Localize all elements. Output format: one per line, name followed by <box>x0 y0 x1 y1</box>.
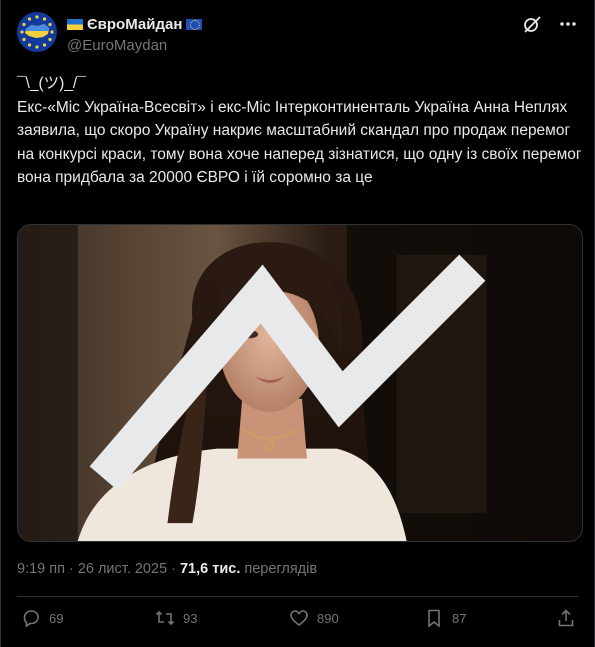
bookmark-icon <box>428 609 440 628</box>
bookmark-count: 87 <box>452 610 467 626</box>
euromaidan-logo-icon <box>17 12 57 52</box>
more-icon[interactable] <box>558 14 578 34</box>
views-count: 71,6 тис. <box>179 561 241 577</box>
action-bar: 69 93 890 87 <box>17 606 578 636</box>
repost-icon <box>155 610 175 626</box>
share-icon <box>558 609 574 627</box>
repost-button[interactable]: 93 <box>155 608 197 628</box>
tweet-card: ЄвроМайдан @EuroMaydan ¯\_(ツ)_/¯ Екс-«Мі… <box>0 0 595 647</box>
reply-icon <box>23 610 39 628</box>
tweet-date[interactable]: 26 лист. 2025 <box>78 561 167 577</box>
tweet-media[interactable] <box>17 224 583 542</box>
like-button[interactable]: 890 <box>289 608 339 628</box>
tweet-text: ¯\_(ツ)_/¯ Екс-«Міс Україна-Всесвіт» і ек… <box>17 75 582 186</box>
tweet-header: ЄвроМайдан @EuroMaydan <box>17 12 578 56</box>
views-label: переглядів <box>244 561 318 577</box>
reply-button[interactable]: 69 <box>21 608 63 628</box>
bookmark-button[interactable]: 87 <box>424 608 466 628</box>
ukraine-flag-icon <box>67 18 83 30</box>
header-actions <box>522 14 578 34</box>
author-info: ЄвроМайдан @EuroMaydan <box>67 14 203 54</box>
eu-flag-icon <box>186 18 203 30</box>
user-handle[interactable]: @EuroMaydan <box>67 37 202 54</box>
avatar[interactable] <box>17 12 57 52</box>
repost-count: 93 <box>183 610 198 626</box>
name-row: ЄвроМайдан <box>67 14 203 34</box>
grok-icon[interactable] <box>522 14 542 34</box>
display-name[interactable]: ЄвроМайдан <box>87 16 182 33</box>
tweet-time[interactable]: 9:19 пп <box>17 561 65 577</box>
divider <box>17 596 578 597</box>
tweet-meta: 9:19 пп · 26 лист. 2025 · 71,6 тис. пере… <box>17 561 317 577</box>
meta-separator: · <box>171 561 176 577</box>
media-expand-icon <box>89 254 486 491</box>
share-button[interactable] <box>556 608 576 628</box>
meta-separator: · <box>68 561 74 577</box>
heart-icon <box>290 610 308 627</box>
reply-count: 69 <box>49 610 64 626</box>
like-count: 890 <box>317 610 339 626</box>
